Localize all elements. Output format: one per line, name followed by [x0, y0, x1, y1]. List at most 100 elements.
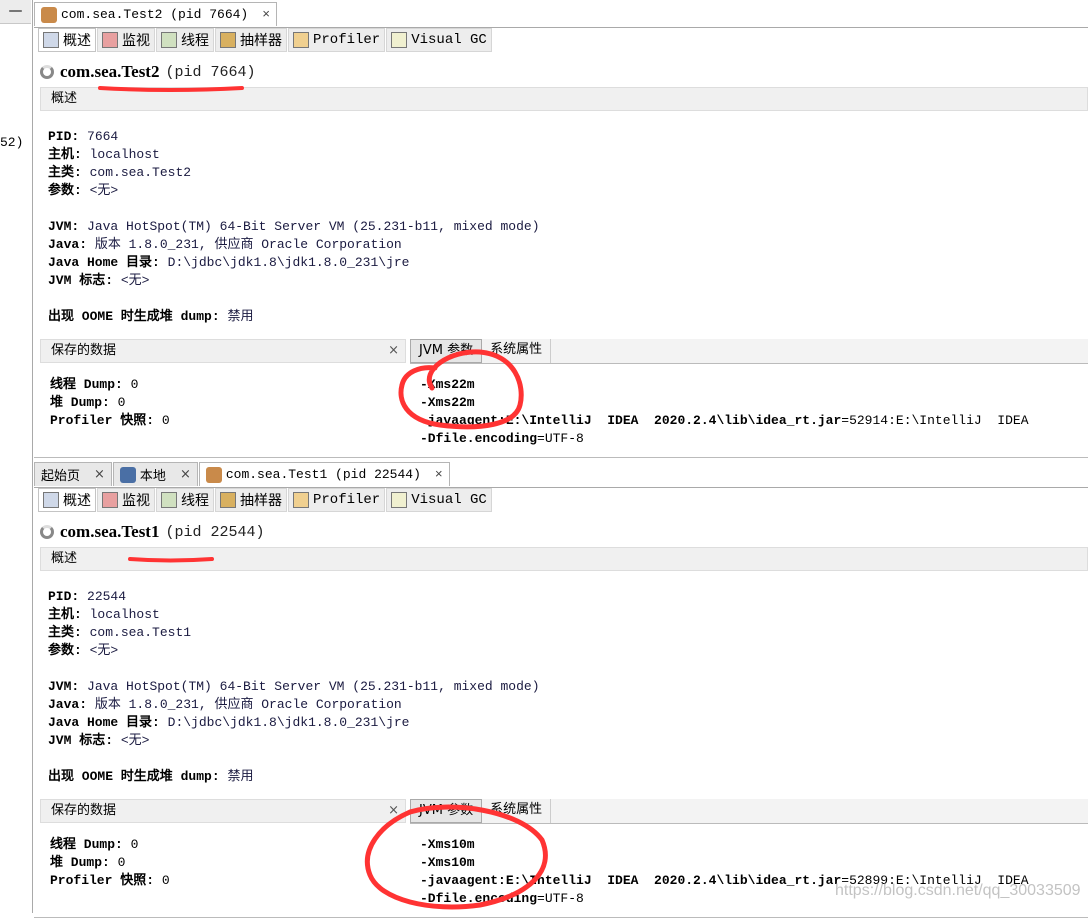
- close-tab-icon[interactable]: ×: [94, 467, 105, 482]
- watermark: https://blog.csdn.net/qq_30033509: [835, 882, 1081, 899]
- loading-spinner-icon: [40, 525, 54, 539]
- overview-icon: [43, 32, 59, 48]
- tab-jvm-args[interactable]: JVM 参数: [410, 799, 483, 823]
- info-value: D:\jdbc\jdk1.8\jdk1.8.0_231\jre: [167, 715, 410, 730]
- tab-visual-gc[interactable]: Visual GC: [386, 488, 492, 512]
- info-arguments: 参数: <无>: [48, 182, 540, 200]
- tab-label: Visual GC: [411, 32, 487, 48]
- info-value: Java HotSpot(TM) 64-Bit Server VM (25.23…: [87, 219, 540, 234]
- jvm-arg: -Dfile.encoding=UTF-8: [420, 430, 1088, 448]
- close-tab-icon[interactable]: ×: [262, 7, 270, 22]
- info-oome-dump: 出现 OOME 时生成堆 dump: 禁用: [48, 308, 540, 326]
- truncated-text: 52): [0, 135, 24, 150]
- info-label: JVM:: [48, 679, 80, 694]
- document-tab[interactable]: 起始页 ×: [34, 462, 112, 486]
- section-header: 概述: [40, 547, 1088, 571]
- saved-data-title: 保存的数据: [51, 343, 117, 358]
- info-label: JVM 标志:: [48, 733, 114, 748]
- tab-system-properties[interactable]: 系统属性: [482, 339, 552, 363]
- profiler-icon: [293, 492, 309, 508]
- jvm-arg-value: =52914:E:\IntelliJ IDEA: [841, 413, 1029, 428]
- info-main-class: 主类: com.sea.Test1: [48, 624, 540, 642]
- info-value: 版本 1.8.0_231, 供应商 Oracle Corporation: [94, 697, 402, 712]
- document-tab-label: com.sea.Test2 (pid 7664): [61, 7, 249, 22]
- page-title: com.sea.Test2 (pid 7664): [40, 62, 255, 82]
- jvm-arg-key: -javaagent:E:\IntelliJ IDEA 2020.2.4\lib…: [420, 873, 842, 888]
- computer-icon: [119, 466, 136, 483]
- main-class-title: com.sea.Test2: [60, 62, 160, 81]
- info-label: JVM 标志:: [48, 273, 114, 288]
- info-value: D:\jdbc\jdk1.8\jdk1.8.0_231\jre: [167, 255, 410, 270]
- close-tab-icon[interactable]: ×: [435, 467, 443, 482]
- saved-value: 0: [130, 837, 139, 852]
- monitor-icon: [102, 32, 118, 48]
- jvm-args-list: -Xms22m -Xms22m -javaagent:E:\IntelliJ IDE…: [420, 376, 1088, 448]
- info-value: com.sea.Test2: [89, 165, 192, 180]
- pid-title: (pid 22544): [165, 523, 265, 541]
- info-jvm-flags: JVM 标志: <无>: [48, 732, 540, 750]
- tab-profiler[interactable]: Profiler: [288, 28, 386, 52]
- tab-label: 概述: [63, 493, 91, 509]
- minimize-button[interactable]: —: [0, 0, 31, 24]
- info-value: 22544: [87, 589, 127, 604]
- tab-overview[interactable]: 概述: [38, 488, 96, 512]
- application-panel: com.sea.Test2 (pid 7664) × 概述 监视 线程 抽样器 Profi…: [34, 0, 1088, 458]
- info-label: 出现 OOME 时生成堆 dump:: [48, 769, 220, 784]
- saved-label: 线程 Dump:: [50, 377, 123, 392]
- info-oome-dump: 出现 OOME 时生成堆 dump: 禁用: [48, 768, 540, 786]
- close-icon[interactable]: ×: [388, 340, 399, 362]
- info-pid: PID: 7664: [48, 128, 540, 146]
- saved-value: 0: [117, 395, 126, 410]
- jvm-arg: -Xms22m: [420, 395, 475, 410]
- info-pid: PID: 22544: [48, 588, 540, 606]
- tab-sampler[interactable]: 抽样器: [215, 488, 287, 512]
- saved-value: 0: [161, 873, 170, 888]
- tab-overview[interactable]: 概述: [38, 28, 96, 52]
- tab-label: Visual GC: [411, 492, 487, 508]
- saved-value: 0: [161, 413, 170, 428]
- info-value: localhost: [89, 147, 160, 162]
- tab-profiler[interactable]: Profiler: [288, 488, 386, 512]
- java-cup-icon: [205, 466, 222, 483]
- info-jvm-flags: JVM 标志: <无>: [48, 272, 540, 290]
- view-tab-bar: 概述 监视 线程 抽样器 Profiler Visual GC: [38, 28, 493, 52]
- close-tab-icon[interactable]: ×: [180, 467, 191, 482]
- info-java: Java: 版本 1.8.0_231, 供应商 Oracle Corporati…: [48, 696, 540, 714]
- tab-threads[interactable]: 线程: [156, 28, 214, 52]
- document-tab-label: 本地: [139, 469, 166, 484]
- info-java: Java: 版本 1.8.0_231, 供应商 Oracle Corporati…: [48, 236, 540, 254]
- tab-label: 监视: [122, 493, 150, 509]
- tab-sampler[interactable]: 抽样器: [215, 28, 287, 52]
- profiler-icon: [293, 32, 309, 48]
- saved-heap-dump: 堆 Dump: 0: [50, 854, 170, 872]
- info-value: <无>: [120, 273, 150, 288]
- threads-icon: [161, 32, 177, 48]
- tab-visual-gc[interactable]: Visual GC: [386, 28, 492, 52]
- jvm-arg: -javaagent:E:\IntelliJ IDEA 2020.2.4\lib…: [420, 412, 1088, 430]
- overview-info: PID: 22544 主机: localhost 主类: com.sea.Test1…: [48, 588, 540, 786]
- document-tab[interactable]: com.sea.Test2 (pid 7664) ×: [34, 2, 278, 26]
- saved-profiler-snapshot: Profiler 快照: 0: [50, 412, 170, 430]
- info-java-home: Java Home 目录: D:\jdbc\jdk1.8\jdk1.8.0_23…: [48, 714, 540, 732]
- threads-icon: [161, 492, 177, 508]
- info-main-class: 主类: com.sea.Test2: [48, 164, 540, 182]
- info-value: localhost: [89, 607, 160, 622]
- tab-jvm-args[interactable]: JVM 参数: [410, 339, 483, 363]
- info-label: Java Home 目录:: [48, 255, 160, 270]
- page-title: com.sea.Test1 (pid 22544): [40, 522, 265, 542]
- info-label: Java:: [48, 237, 88, 252]
- close-icon[interactable]: ×: [388, 800, 399, 822]
- saved-thread-dump: 线程 Dump: 0: [50, 836, 170, 854]
- document-tab[interactable]: 本地 ×: [112, 462, 198, 486]
- java-cup-icon: [41, 6, 57, 23]
- document-tab[interactable]: com.sea.Test1 (pid 22544) ×: [198, 462, 450, 486]
- tab-monitor[interactable]: 监视: [97, 488, 155, 512]
- loading-spinner-icon: [40, 65, 54, 79]
- tab-monitor[interactable]: 监视: [97, 28, 155, 52]
- tab-label: 监视: [122, 33, 150, 49]
- tab-threads[interactable]: 线程: [156, 488, 214, 512]
- monitor-icon: [102, 492, 118, 508]
- tab-system-properties[interactable]: 系统属性: [482, 799, 552, 823]
- saved-label: 线程 Dump:: [50, 837, 123, 852]
- info-label: 主类:: [48, 165, 82, 180]
